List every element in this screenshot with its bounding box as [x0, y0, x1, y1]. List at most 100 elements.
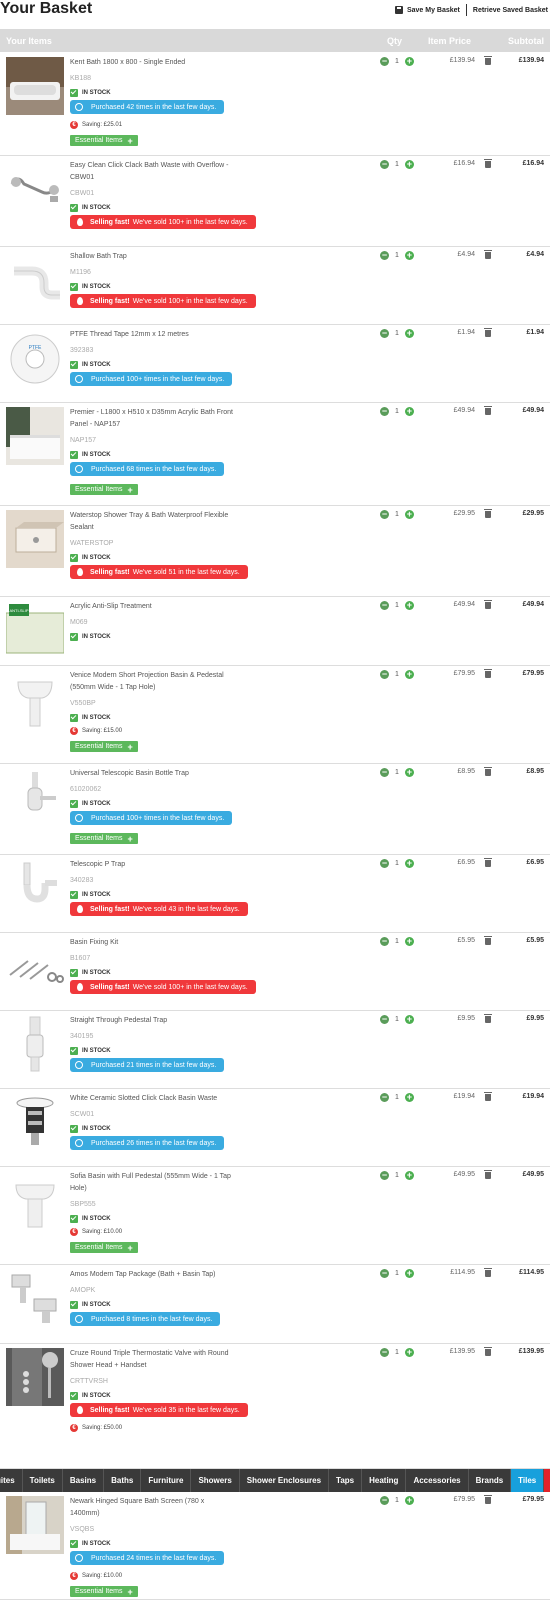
essential-items-button[interactable]: Essential Items +	[70, 1586, 138, 1597]
increase-qty-button[interactable]: +	[404, 329, 414, 338]
increase-qty-button[interactable]: +	[404, 1348, 414, 1357]
increase-qty-button[interactable]: +	[404, 768, 414, 777]
decrease-qty-button[interactable]: −	[380, 1348, 389, 1357]
product-image[interactable]	[6, 1093, 64, 1151]
trash-icon[interactable]	[484, 858, 492, 867]
nav-item-heating[interactable]: Heating	[362, 1469, 407, 1492]
trash-icon[interactable]	[484, 1092, 492, 1101]
nav-item-brands[interactable]: Brands	[469, 1469, 512, 1492]
decrease-qty-button[interactable]: −	[380, 160, 389, 169]
decrease-qty-button[interactable]: −	[380, 601, 389, 610]
trash-icon[interactable]	[484, 1268, 492, 1277]
increase-qty-button[interactable]: +	[404, 1015, 414, 1024]
nav-item-shower-enclosures[interactable]: Shower Enclosures	[240, 1469, 330, 1492]
essential-items-button[interactable]: Essential Items +	[70, 741, 138, 752]
product-image[interactable]	[6, 670, 64, 728]
nav-item-accessories[interactable]: Accessories	[406, 1469, 469, 1492]
nav-item-uites[interactable]: uites	[0, 1469, 23, 1492]
trash-icon[interactable]	[484, 1495, 492, 1504]
decrease-qty-button[interactable]: −	[380, 329, 389, 338]
product-image[interactable]	[6, 407, 64, 465]
nav-item-furniture[interactable]: Furniture	[141, 1469, 192, 1492]
increase-qty-button[interactable]: +	[404, 937, 414, 946]
increase-qty-button[interactable]: +	[404, 1269, 414, 1278]
product-name-link[interactable]: Sofia Basin with Full Pedestal (555mm Wi…	[70, 1171, 235, 1195]
increase-qty-button[interactable]: +	[404, 57, 414, 66]
increase-qty-button[interactable]: +	[404, 160, 414, 169]
product-name-link[interactable]: Venice Modern Short Projection Basin & P…	[70, 670, 235, 694]
trash-icon[interactable]	[484, 1014, 492, 1023]
decrease-qty-button[interactable]: −	[380, 1093, 389, 1102]
trash-icon[interactable]	[484, 1347, 492, 1356]
product-name-link[interactable]: Acrylic Anti-Slip Treatment	[70, 601, 235, 613]
product-image[interactable]	[6, 160, 64, 218]
product-image[interactable]	[6, 1496, 64, 1554]
trash-icon[interactable]	[484, 56, 492, 65]
product-image[interactable]	[6, 859, 64, 917]
product-name-link[interactable]: Shallow Bath Trap	[70, 251, 235, 263]
product-name-link[interactable]: Waterstop Shower Tray & Bath Waterproof …	[70, 510, 235, 534]
product-image[interactable]: ANTI-SLIP	[6, 601, 64, 659]
trash-icon[interactable]	[484, 509, 492, 518]
nav-item-offer[interactable]: Offer	[544, 1469, 550, 1492]
decrease-qty-button[interactable]: −	[380, 510, 389, 519]
product-image[interactable]	[6, 57, 64, 115]
increase-qty-button[interactable]: +	[404, 251, 414, 260]
decrease-qty-button[interactable]: −	[380, 768, 389, 777]
product-image[interactable]	[6, 768, 64, 826]
product-image[interactable]	[6, 1269, 64, 1327]
product-image[interactable]	[6, 1348, 64, 1406]
trash-icon[interactable]	[484, 767, 492, 776]
nav-item-tiles[interactable]: Tiles	[511, 1469, 545, 1492]
increase-qty-button[interactable]: +	[404, 407, 414, 416]
increase-qty-button[interactable]: +	[404, 510, 414, 519]
product-name-link[interactable]: Universal Telescopic Basin Bottle Trap	[70, 768, 235, 780]
decrease-qty-button[interactable]: −	[380, 1015, 389, 1024]
increase-qty-button[interactable]: +	[404, 1171, 414, 1180]
nav-item-toilets[interactable]: Toilets	[23, 1469, 63, 1492]
decrease-qty-button[interactable]: −	[380, 1269, 389, 1278]
trash-icon[interactable]	[484, 328, 492, 337]
essential-items-button[interactable]: Essential Items +	[70, 1242, 138, 1253]
decrease-qty-button[interactable]: −	[380, 1496, 389, 1505]
product-image[interactable]	[6, 251, 64, 309]
product-name-link[interactable]: Amos Modern Tap Package (Bath + Basin Ta…	[70, 1269, 235, 1281]
increase-qty-button[interactable]: +	[404, 670, 414, 679]
trash-icon[interactable]	[484, 406, 492, 415]
product-name-link[interactable]: Basin Fixing Kit	[70, 937, 235, 949]
essential-items-button[interactable]: Essential Items +	[70, 135, 138, 146]
product-name-link[interactable]: Easy Clean Click Clack Bath Waste with O…	[70, 160, 235, 184]
decrease-qty-button[interactable]: −	[380, 937, 389, 946]
decrease-qty-button[interactable]: −	[380, 407, 389, 416]
essential-items-button[interactable]: Essential Items +	[70, 484, 138, 495]
product-image[interactable]	[6, 1015, 64, 1073]
increase-qty-button[interactable]: +	[404, 859, 414, 868]
decrease-qty-button[interactable]: −	[380, 57, 389, 66]
increase-qty-button[interactable]: +	[404, 1496, 414, 1505]
product-name-link[interactable]: Straight Through Pedestal Trap	[70, 1015, 235, 1027]
product-name-link[interactable]: Cruze Round Triple Thermostatic Valve wi…	[70, 1348, 235, 1372]
trash-icon[interactable]	[484, 1170, 492, 1179]
product-image[interactable]: PTFE	[6, 329, 64, 387]
decrease-qty-button[interactable]: −	[380, 1171, 389, 1180]
product-name-link[interactable]: PTFE Thread Tape 12mm x 12 metres	[70, 329, 235, 341]
essential-items-button[interactable]: Essential Items +	[70, 833, 138, 844]
nav-item-basins[interactable]: Basins	[63, 1469, 105, 1492]
product-name-link[interactable]: Newark Hinged Square Bath Screen (780 x …	[70, 1496, 235, 1520]
increase-qty-button[interactable]: +	[404, 1093, 414, 1102]
product-name-link[interactable]: Premier - L1800 x H510 x D35mm Acrylic B…	[70, 407, 235, 431]
product-name-link[interactable]: Telescopic P Trap	[70, 859, 235, 871]
decrease-qty-button[interactable]: −	[380, 251, 389, 260]
trash-icon[interactable]	[484, 600, 492, 609]
product-image[interactable]	[6, 1171, 64, 1229]
decrease-qty-button[interactable]: −	[380, 859, 389, 868]
trash-icon[interactable]	[484, 669, 492, 678]
increase-qty-button[interactable]: +	[404, 601, 414, 610]
trash-icon[interactable]	[484, 936, 492, 945]
product-image[interactable]	[6, 510, 64, 568]
product-name-link[interactable]: White Ceramic Slotted Click Clack Basin …	[70, 1093, 235, 1105]
nav-item-showers[interactable]: Showers	[191, 1469, 240, 1492]
product-name-link[interactable]: Kent Bath 1800 x 800 - Single Ended	[70, 57, 235, 69]
trash-icon[interactable]	[484, 159, 492, 168]
decrease-qty-button[interactable]: −	[380, 670, 389, 679]
